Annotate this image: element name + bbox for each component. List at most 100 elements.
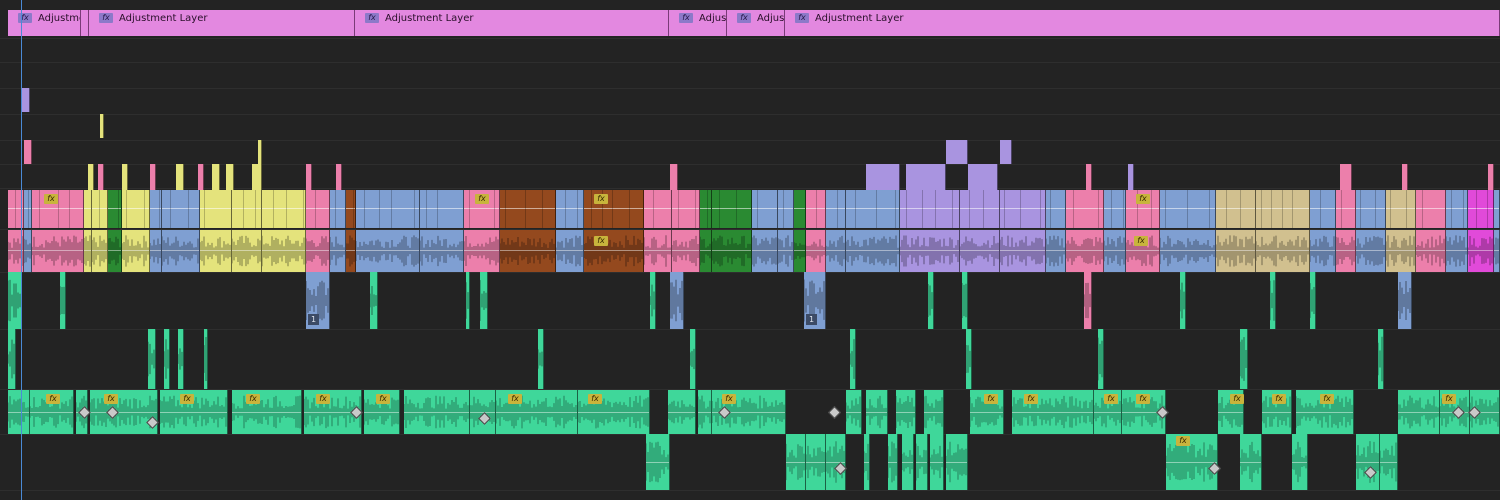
audio-clip[interactable]: [164, 329, 170, 389]
audio-clip[interactable]: [584, 230, 644, 272]
audio-clip[interactable]: [500, 230, 556, 272]
audio-clip[interactable]: [1104, 230, 1126, 272]
audio-clip[interactable]: [644, 230, 672, 272]
audio-clip[interactable]: [916, 434, 928, 490]
audio-clip[interactable]: [786, 434, 806, 490]
video-clip[interactable]: [900, 190, 960, 228]
audio-clip[interactable]: [700, 230, 712, 272]
video-clip[interactable]: [1446, 190, 1468, 228]
audio-clip[interactable]: [650, 272, 656, 329]
video-clip[interactable]: [24, 140, 32, 164]
video-clip[interactable]: [1336, 190, 1356, 228]
audio-clip[interactable]: [464, 230, 500, 272]
video-clip[interactable]: [262, 190, 306, 228]
audio-clip[interactable]: [1240, 329, 1248, 389]
audio-clip[interactable]: [896, 390, 916, 434]
video-clip[interactable]: [1494, 190, 1500, 228]
audio-clip[interactable]: [1160, 230, 1216, 272]
video-clip[interactable]: [712, 190, 752, 228]
video-clip[interactable]: [866, 164, 900, 190]
audio-clip[interactable]: [1000, 230, 1046, 272]
video-clip[interactable]: [346, 190, 356, 228]
audio-clip[interactable]: [1494, 230, 1500, 272]
video-clip[interactable]: [420, 190, 464, 228]
video-clip[interactable]: [644, 190, 672, 228]
video-clip[interactable]: [806, 190, 826, 228]
audio-clip[interactable]: [672, 230, 700, 272]
audio-clip[interactable]: [8, 390, 30, 434]
audio-clip[interactable]: [866, 390, 888, 434]
audio-clip[interactable]: [1084, 272, 1092, 329]
video-clip[interactable]: [946, 140, 968, 164]
video-clip[interactable]: [258, 140, 262, 164]
adjustment-layer-clip[interactable]: fx Adjustment Layer: [355, 10, 669, 36]
audio-clip[interactable]: [966, 329, 972, 389]
audio-clip[interactable]: [960, 230, 1000, 272]
video-clip[interactable]: [1468, 190, 1494, 228]
audio-clip[interactable]: [778, 230, 794, 272]
audio-clip[interactable]: [1416, 230, 1446, 272]
adjustment-layer-clip[interactable]: fx Adjustment Layer: [785, 10, 1500, 36]
video-clip[interactable]: [252, 164, 262, 190]
video-clip[interactable]: [330, 190, 346, 228]
audio-clip[interactable]: [466, 272, 470, 329]
audio-clip[interactable]: [900, 230, 960, 272]
adjustment-layer-clip[interactable]: fx Adjustment Layer: [89, 10, 355, 36]
audio-clip[interactable]: [420, 230, 464, 272]
video-clip[interactable]: [226, 164, 234, 190]
video-clip[interactable]: [826, 190, 846, 228]
audio-clip[interactable]: [162, 230, 200, 272]
video-clip[interactable]: [1128, 164, 1134, 190]
audio-clip[interactable]: [1336, 230, 1356, 272]
audio-clip[interactable]: [668, 390, 696, 434]
audio-clip[interactable]: [90, 390, 158, 434]
audio-clip[interactable]: [1256, 230, 1310, 272]
audio-clip[interactable]: [1310, 230, 1336, 272]
audio-clip[interactable]: [646, 434, 670, 490]
video-clip[interactable]: [584, 190, 644, 228]
audio-clip[interactable]: [902, 434, 914, 490]
audio-clip[interactable]: [794, 230, 806, 272]
adjustment-layer-track[interactable]: fx Adjustme fx Adjustment Layer fx Adjus…: [0, 10, 1500, 36]
video-clip[interactable]: [1488, 164, 1494, 190]
audio-clip[interactable]: [928, 272, 934, 329]
video-clip[interactable]: [1086, 164, 1092, 190]
audio-clip[interactable]: [1398, 390, 1440, 434]
audio-clip[interactable]: [200, 230, 232, 272]
video-clip[interactable]: [960, 190, 1000, 228]
video-clip[interactable]: [122, 164, 128, 190]
audio-clip[interactable]: [1180, 272, 1186, 329]
video-clip[interactable]: [88, 164, 94, 190]
video-clip[interactable]: [92, 190, 108, 228]
audio-clip[interactable]: [148, 329, 156, 389]
video-clip[interactable]: [1402, 164, 1408, 190]
audio-clip[interactable]: [846, 230, 900, 272]
audio-clip[interactable]: [1270, 272, 1276, 329]
audio-clip[interactable]: [150, 230, 162, 272]
audio-clip[interactable]: [806, 230, 826, 272]
audio-track-a2[interactable]: 11: [0, 272, 1500, 329]
audio-clip[interactable]: [8, 329, 16, 389]
video-clip[interactable]: [1256, 190, 1310, 228]
video-clip[interactable]: [198, 164, 204, 190]
video-clip[interactable]: [336, 164, 342, 190]
audio-clip[interactable]: [1446, 230, 1468, 272]
audio-clip[interactable]: [1046, 230, 1066, 272]
audio-track-a4[interactable]: fx fx fx fx fx fx fx fx fx fx fx fx fx fx fx fx fx: [0, 390, 1500, 434]
audio-clip[interactable]: [850, 329, 856, 389]
audio-clip[interactable]: [1292, 434, 1308, 490]
video-clip[interactable]: [672, 190, 700, 228]
video-clip[interactable]: [700, 190, 712, 228]
audio-clip[interactable]: [1398, 272, 1412, 329]
video-clip[interactable]: [906, 164, 946, 190]
video-clip[interactable]: [150, 164, 156, 190]
audio-clip[interactable]: [370, 272, 378, 329]
audio-clip[interactable]: [8, 272, 22, 329]
audio-clip[interactable]: [1378, 329, 1384, 389]
audio-clip[interactable]: [232, 230, 262, 272]
video-clip[interactable]: [1066, 190, 1104, 228]
audio-track-a3[interactable]: [0, 329, 1500, 389]
timeline-panel[interactable]: fx Adjustme fx Adjustment Layer fx Adjus…: [0, 0, 1500, 500]
video-clip[interactable]: [32, 190, 84, 228]
adjustment-layer-clip[interactable]: [81, 10, 89, 36]
